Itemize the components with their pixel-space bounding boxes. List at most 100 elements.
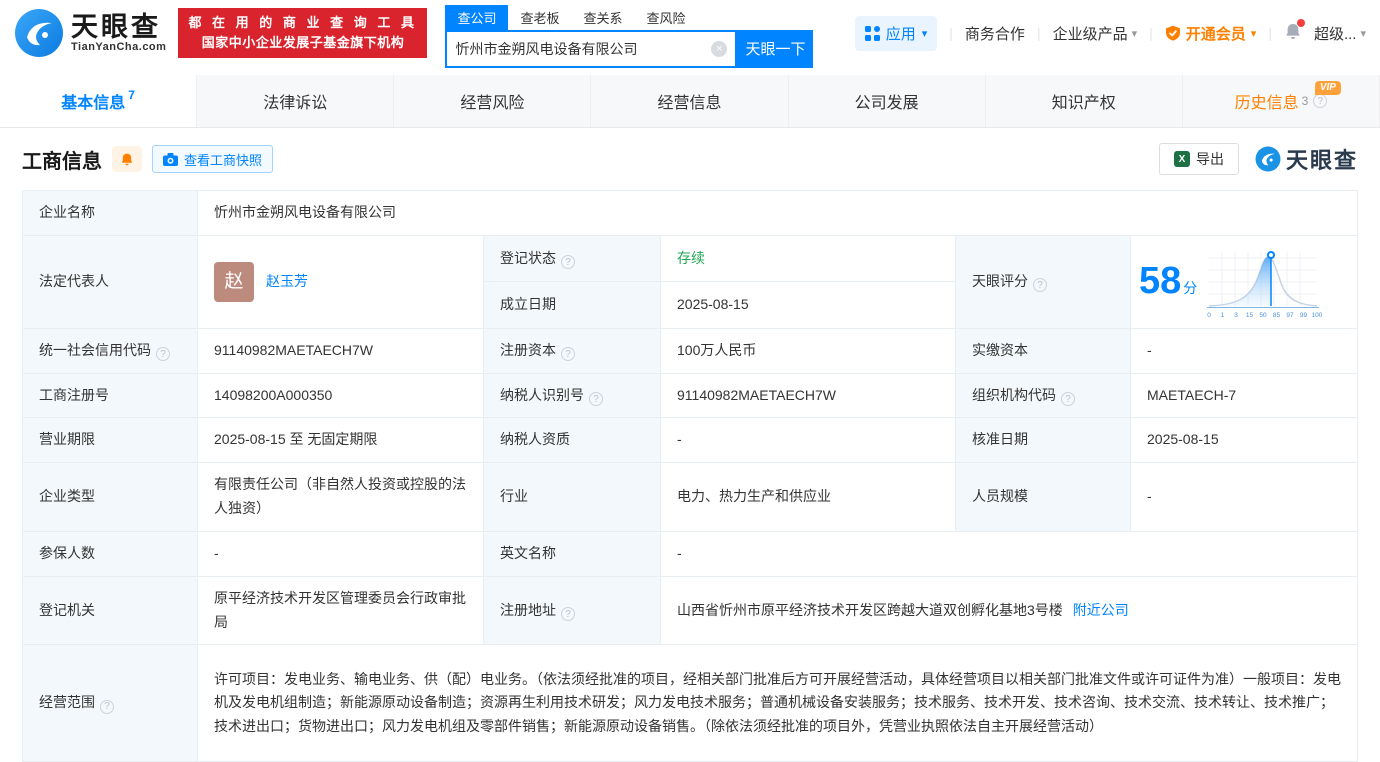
axis-tick: 85 — [1273, 312, 1281, 319]
nav-user-label: 超级... — [1314, 23, 1357, 44]
reg-capital-label: 注册资本 — [500, 342, 556, 358]
export-button[interactable]: 导出 — [1159, 143, 1239, 175]
help-icon[interactable] — [561, 255, 575, 269]
tab-company-development-label: 公司发展 — [855, 89, 919, 113]
axis-tick: 97 — [1287, 312, 1295, 319]
reg-address-text: 山西省忻州市原平经济技术开发区跨越大道双创孵化基地3号楼 — [677, 602, 1063, 618]
field-label: 英文名称 — [484, 531, 661, 576]
business-term-value: 2025-08-15 至 无固定期限 — [198, 418, 484, 463]
nav-separator: | — [1268, 25, 1272, 41]
taxpayer-id-value: 91140982MAETAECH7W — [661, 373, 956, 418]
field-label: 工商注册号 — [23, 373, 198, 418]
nav-cooperation[interactable]: 商务合作 — [965, 23, 1025, 44]
subscribe-bell-button[interactable] — [112, 146, 142, 172]
nav-user-account[interactable]: 超级... — [1314, 23, 1366, 44]
insured-count-value: - — [198, 531, 484, 576]
nav-open-vip-label: 开通会员 — [1186, 23, 1246, 44]
nav-open-vip[interactable]: 开通会员 — [1165, 23, 1257, 44]
business-info-table: 企业名称 忻州市金朔风电设备有限公司 法定代表人 赵 赵玉芳 登记状态 存续 天… — [22, 190, 1358, 762]
tab-operating-risk[interactable]: 经营风险 — [394, 75, 591, 127]
industry-value: 电力、热力生产和供应业 — [661, 463, 956, 532]
top-nav: 应用 | 商务合作 | 企业级产品 | 开通会员 | 超级. — [855, 16, 1366, 51]
field-label: 实缴资本 — [956, 328, 1131, 373]
tab-business-info[interactable]: 经营信息 — [591, 75, 788, 127]
help-icon[interactable] — [561, 347, 575, 361]
snapshot-button[interactable]: 查看工商快照 — [152, 145, 273, 173]
tab-company-development[interactable]: 公司发展 — [789, 75, 986, 127]
nav-enterprise-label: 企业级产品 — [1053, 23, 1128, 44]
reg-capital-value: 100万人民币 — [661, 328, 956, 373]
search-area: 查公司 查老板 查关系 查风险 天眼一下 — [445, 5, 813, 68]
field-label: 行业 — [484, 463, 661, 532]
tab-history-info[interactable]: VIP 历史信息 3 — [1183, 75, 1380, 127]
tab-intellectual-property[interactable]: 知识产权 — [986, 75, 1183, 127]
axis-tick: 3 — [1234, 312, 1238, 319]
app-grid-icon — [865, 26, 880, 41]
legal-rep-link[interactable]: 赵玉芳 — [266, 270, 308, 294]
camera-icon — [163, 153, 178, 166]
nav-apps-label: 应用 — [886, 23, 916, 44]
axis-tick: 0 — [1207, 312, 1211, 319]
notifications-bell[interactable] — [1284, 22, 1302, 45]
field-label: 成立日期 — [484, 282, 661, 329]
search-tab-risk[interactable]: 查风险 — [635, 5, 698, 30]
help-icon[interactable] — [1033, 278, 1047, 292]
reg-address-value: 山西省忻州市原平经济技术开发区跨越大道双创孵化基地3号楼附近公司 — [661, 576, 1358, 645]
help-icon[interactable] — [1061, 392, 1075, 406]
taxpayer-quality-value: - — [661, 418, 956, 463]
avatar[interactable]: 赵 — [214, 262, 254, 302]
nearby-companies-link[interactable]: 附近公司 — [1073, 602, 1129, 618]
field-label: 组织机构代码 — [956, 373, 1131, 418]
excel-icon — [1174, 151, 1190, 167]
search-button[interactable]: 天眼一下 — [737, 30, 813, 68]
field-label: 登记机关 — [23, 576, 198, 645]
search-tab-boss[interactable]: 查老板 — [508, 5, 571, 30]
reg-authority-value: 原平经济技术开发区管理委员会行政审批局 — [198, 576, 484, 645]
search-input[interactable] — [455, 41, 711, 57]
score-value: 58 — [1139, 260, 1181, 302]
tab-basic-info[interactable]: 基本信息 7 — [0, 75, 197, 127]
field-label: 参保人数 — [23, 531, 198, 576]
help-icon[interactable] — [156, 347, 170, 361]
help-icon[interactable] — [100, 700, 114, 714]
tianyancha-logo[interactable]: 天眼查 TianYanCha.com — [14, 8, 166, 58]
help-icon[interactable] — [1313, 94, 1327, 108]
table-row: 企业类型 有限责任公司（非自然人投资或控股的法人独资） 行业 电力、热力生产和供… — [23, 463, 1358, 532]
bell-icon — [120, 152, 134, 167]
axis-tick: 100 — [1312, 312, 1323, 319]
field-label: 营业期限 — [23, 418, 198, 463]
tab-history-info-badge: 3 — [1302, 94, 1309, 108]
clear-icon[interactable] — [711, 41, 727, 57]
score-unit: 分 — [1183, 280, 1197, 296]
axis-tick: 99 — [1300, 312, 1308, 319]
search-tab-relation[interactable]: 查关系 — [571, 5, 634, 30]
field-label: 经营范围 — [23, 645, 198, 762]
field-label: 核准日期 — [956, 418, 1131, 463]
search-tab-company[interactable]: 查公司 — [445, 5, 508, 30]
vip-badge: VIP — [1315, 81, 1341, 95]
field-label: 纳税人识别号 — [484, 373, 661, 418]
credit-code-value: 91140982MAETAECH7W — [198, 328, 484, 373]
reg-address-label: 注册地址 — [500, 602, 556, 618]
field-label: 注册资本 — [484, 328, 661, 373]
help-icon[interactable] — [561, 607, 575, 621]
nav-enterprise[interactable]: 企业级产品 — [1053, 23, 1138, 44]
help-icon[interactable] — [589, 392, 603, 406]
tab-business-info-label: 经营信息 — [657, 89, 721, 113]
nav-apps[interactable]: 应用 — [855, 16, 938, 51]
tab-legal[interactable]: 法律诉讼 — [197, 75, 394, 127]
logo-text-en: TianYanCha.com — [71, 41, 166, 53]
snapshot-button-label: 查看工商快照 — [184, 150, 262, 169]
paid-capital-value: - — [1131, 328, 1358, 373]
field-label: 法定代表人 — [23, 235, 198, 328]
banner-line1: 都 在 用 的 商 业 查 询 工 具 — [188, 13, 417, 33]
tab-basic-info-label: 基本信息 — [61, 89, 125, 113]
top-header: 天眼查 TianYanCha.com 都 在 用 的 商 业 查 询 工 具 国… — [0, 0, 1380, 66]
table-row: 企业名称 忻州市金朔风电设备有限公司 — [23, 191, 1358, 236]
nav-separator: | — [1149, 25, 1153, 41]
logo-text-cn: 天眼查 — [71, 13, 166, 41]
watermark-text: 天眼查 — [1286, 143, 1358, 175]
reg-number-value: 14098200A000350 — [198, 373, 484, 418]
tab-legal-label: 法律诉讼 — [263, 89, 327, 113]
staff-size-value: - — [1131, 463, 1358, 532]
